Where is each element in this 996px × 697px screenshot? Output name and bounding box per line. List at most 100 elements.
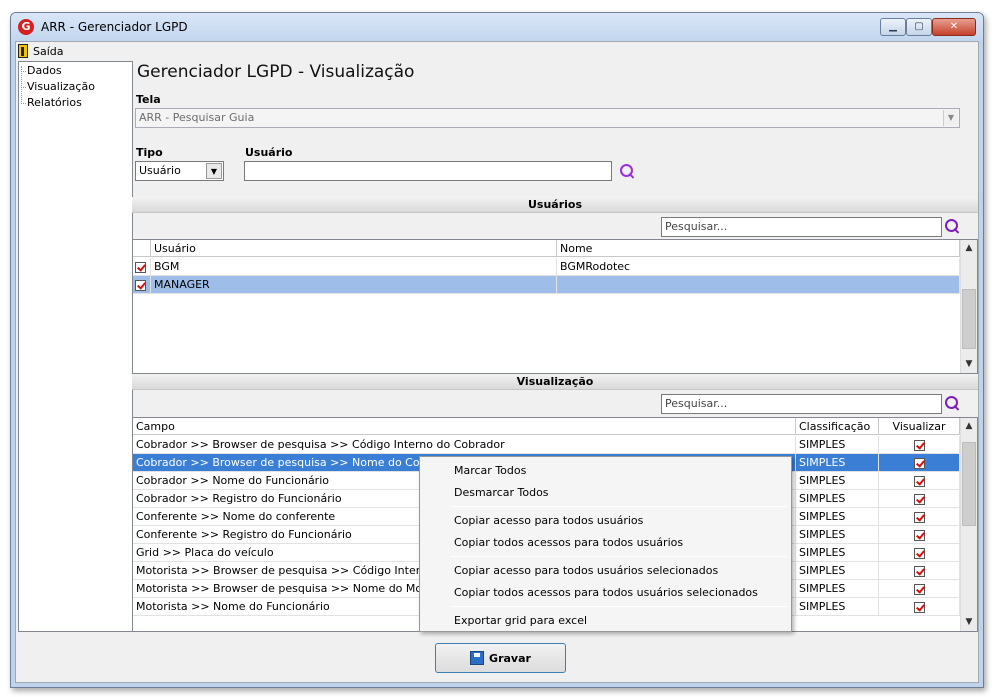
cell-classificacao: SIMPLES [796,508,879,526]
menu-item-copiar-todos-acessos-todos[interactable]: Copiar todos acessos para todos usuários [454,536,683,549]
chevron-down-icon[interactable]: ▼ [943,110,958,126]
checkbox-checked-icon [913,583,925,595]
menu-separator [450,506,787,507]
checkbox-checked-icon [913,457,925,469]
usuarios-search-input[interactable]: Pesquisar... [661,217,942,237]
cell-classificacao: SIMPLES [796,454,879,472]
tipo-select[interactable]: Usuário ▼ [135,161,224,181]
cell-nome: BGMRodotec [557,258,960,276]
header-campo[interactable]: Campo [133,418,796,435]
visualizar-checkbox[interactable] [879,436,960,454]
tree-item-dados[interactable]: Dados [21,64,62,77]
save-button-label: Gravar [489,651,531,665]
header-nome[interactable]: Nome [557,240,960,257]
usuario-input[interactable] [244,161,612,181]
window-title: ARR - Gerenciador LGPD [41,20,188,34]
visualizar-checkbox[interactable] [879,580,960,598]
tela-select-value: ARR - Pesquisar Guia [139,111,255,124]
menu-item-desmarcar-todos[interactable]: Desmarcar Todos [454,486,549,499]
table-row[interactable]: Cobrador >> Browser de pesquisa >> Códig… [133,436,960,454]
header-classificacao[interactable]: Classificação [796,418,879,435]
maximize-button[interactable]: ▢ [906,18,932,36]
checkbox-checked-icon [913,565,925,577]
cell-classificacao: SIMPLES [796,526,879,544]
usuarios-scrollbar[interactable]: ▲ ▼ [960,240,977,373]
menu-exit[interactable]: Saída [18,43,64,59]
menu-separator [450,606,787,607]
minimize-button[interactable]: ▁ [880,18,906,36]
tela-select[interactable]: ARR - Pesquisar Guia ▼ [135,108,960,128]
visualizacao-search-input[interactable]: Pesquisar... [661,394,942,414]
tree-item-relatorios[interactable]: Relatórios [21,96,82,109]
checkbox-checked-icon [913,511,925,523]
menu-item-exportar-excel[interactable]: Exportar grid para excel [454,614,587,627]
checkbox-checked-icon [913,547,925,559]
app-window: G ARR - Gerenciador LGPD ▁ ▢ ✕ Saída Dad… [10,12,984,688]
search-icon[interactable] [944,218,962,236]
usuario-label: Usuário [245,146,293,159]
visualizar-checkbox[interactable] [879,562,960,580]
checkbox-checked-icon [913,475,925,487]
scroll-down-icon[interactable]: ▼ [961,356,977,373]
header-usuario[interactable]: Usuário [151,240,557,257]
visualizar-checkbox[interactable] [879,598,960,616]
scroll-up-icon[interactable]: ▲ [961,418,977,435]
cell-classificacao: SIMPLES [796,436,879,454]
visualizar-checkbox[interactable] [879,454,960,472]
app-logo-icon: G [18,19,34,35]
checkbox-checked-icon [913,529,925,541]
scroll-up-icon[interactable]: ▲ [961,240,977,257]
visualizar-checkbox[interactable] [879,544,960,562]
visualizar-checkbox[interactable] [879,508,960,526]
cell-usuario: BGM [151,258,557,276]
table-row[interactable]: MANAGER [133,276,960,294]
visualizar-checkbox[interactable] [879,490,960,508]
visualizacao-scrollbar[interactable]: ▲ ▼ [960,418,977,631]
row-checkbox[interactable] [133,258,151,276]
checkbox-checked-icon [135,261,146,273]
search-icon[interactable] [619,163,637,181]
scroll-down-icon[interactable]: ▼ [961,614,977,631]
menu-item-marcar-todos[interactable]: Marcar Todos [454,464,526,477]
cell-usuario: MANAGER [151,276,557,294]
close-button[interactable]: ✕ [932,18,976,36]
cell-classificacao: SIMPLES [796,598,879,616]
title-bar: G ARR - Gerenciador LGPD ▁ ▢ ✕ [11,13,983,41]
table-row[interactable]: BGM BGMRodotec [133,258,960,276]
chevron-down-icon[interactable]: ▼ [206,163,222,179]
cell-nome [557,276,960,294]
save-button[interactable]: Gravar [435,643,566,673]
visualizar-checkbox[interactable] [879,526,960,544]
floppy-disk-icon [470,651,485,665]
client-area: Saída Dados Visualização Relatórios Gere… [15,41,979,683]
menu-item-copiar-acesso-todos[interactable]: Copiar acesso para todos usuários [454,514,643,527]
header-visualizar[interactable]: Visualizar [879,418,960,435]
usuarios-grid-header: Usuário Nome [133,240,960,257]
usuarios-section-header: Usuários [132,197,978,213]
visualizacao-section-header: Visualização [132,374,978,390]
scroll-thumb[interactable] [962,289,976,349]
context-menu: Marcar Todos Desmarcar Todos Copiar aces… [419,456,792,632]
visualizar-checkbox[interactable] [879,472,960,490]
cell-classificacao: SIMPLES [796,580,879,598]
cell-campo: Cobrador >> Browser de pesquisa >> Códig… [133,436,796,454]
tipo-label: Tipo [136,146,163,159]
page-title: Gerenciador LGPD - Visualização [137,62,415,82]
search-icon[interactable] [944,395,962,413]
menu-exit-label: Saída [33,44,64,58]
scroll-thumb[interactable] [962,442,976,526]
menu-item-copiar-todos-acessos-selecionados[interactable]: Copiar todos acessos para todos usuários… [454,586,758,599]
header-check-col [133,240,151,257]
checkbox-checked-icon [913,493,925,505]
menu-item-copiar-acesso-selecionados[interactable]: Copiar acesso para todos usuários seleci… [454,564,718,577]
cell-classificacao: SIMPLES [796,472,879,490]
tree-item-visualizacao[interactable]: Visualização [21,80,95,93]
tela-label: Tela [136,93,161,106]
cell-classificacao: SIMPLES [796,544,879,562]
row-checkbox[interactable] [133,276,151,294]
checkbox-checked-icon [135,279,146,291]
menu-separator [450,556,787,557]
checkbox-checked-icon [913,601,925,613]
navigation-tree: Dados Visualização Relatórios [18,61,133,632]
checkbox-checked-icon [913,439,925,451]
